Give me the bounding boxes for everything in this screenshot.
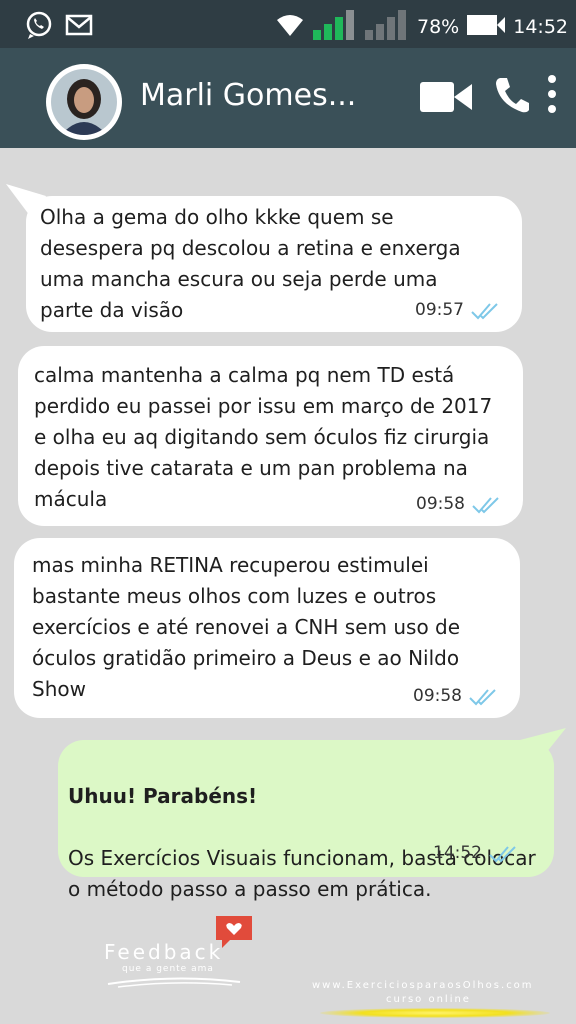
- feedback-subtitle: que a gente ama: [122, 964, 214, 974]
- message-meta: 14:52: [433, 838, 520, 869]
- whatsapp-icon: [24, 10, 54, 44]
- read-ticks-icon: [469, 688, 496, 705]
- message-meta: 09:57: [415, 295, 502, 326]
- site-subtitle: curso online: [386, 994, 471, 1005]
- status-time: 14:52: [513, 16, 568, 38]
- message-time: 14:52: [433, 843, 482, 863]
- phone-icon[interactable]: [494, 76, 530, 118]
- message-time: 09:58: [416, 494, 465, 514]
- more-vert-icon[interactable]: [546, 74, 558, 118]
- battery-percent: 78%: [417, 16, 460, 38]
- signal-icon-sim2: [365, 10, 409, 44]
- wifi-icon: [275, 12, 305, 42]
- message-bubble-outgoing[interactable]: Uhuu! Parabéns! Os Exercícios Visuais fu…: [58, 740, 554, 901]
- message-meta: 09:58: [413, 681, 500, 712]
- signal-icon-sim1: [313, 10, 357, 44]
- avatar-photo: [51, 69, 117, 135]
- message-time: 09:57: [415, 300, 464, 320]
- chat-area[interactable]: Olha a gema do olho kkke quem se desespe…: [0, 148, 576, 1024]
- message-meta: 09:58: [416, 489, 503, 520]
- contact-name[interactable]: Marli Gomes...: [140, 78, 356, 113]
- video-call-icon[interactable]: [420, 80, 472, 118]
- message-bubble-incoming[interactable]: mas minha RETINA recuperou estimulei bas…: [14, 538, 520, 718]
- yellow-glow-decoration: [320, 1008, 550, 1018]
- message-bubble-incoming[interactable]: Olha a gema do olho kkke quem se desespe…: [26, 196, 522, 332]
- feedback-logo: Feedback que a gente ama: [104, 912, 254, 992]
- site-url: www.ExerciciosparaosOlhos.com: [312, 980, 534, 991]
- message-title: Uhuu! Parabéns!: [68, 784, 258, 808]
- read-ticks-icon: [471, 302, 498, 319]
- swoosh-decoration: [107, 977, 241, 988]
- mail-icon: [64, 10, 94, 44]
- read-ticks-icon: [472, 496, 499, 513]
- battery-icon: [467, 13, 506, 41]
- status-bar: 78% 14:52: [0, 0, 576, 48]
- message-bubble-incoming[interactable]: calma mantenha a calma pq nem TD está pe…: [18, 346, 523, 526]
- feedback-title: Feedback: [104, 940, 224, 964]
- avatar[interactable]: [46, 64, 122, 140]
- chat-header: Marli Gomes...: [0, 48, 576, 148]
- message-time: 09:58: [413, 686, 462, 706]
- read-ticks-icon: [489, 845, 516, 862]
